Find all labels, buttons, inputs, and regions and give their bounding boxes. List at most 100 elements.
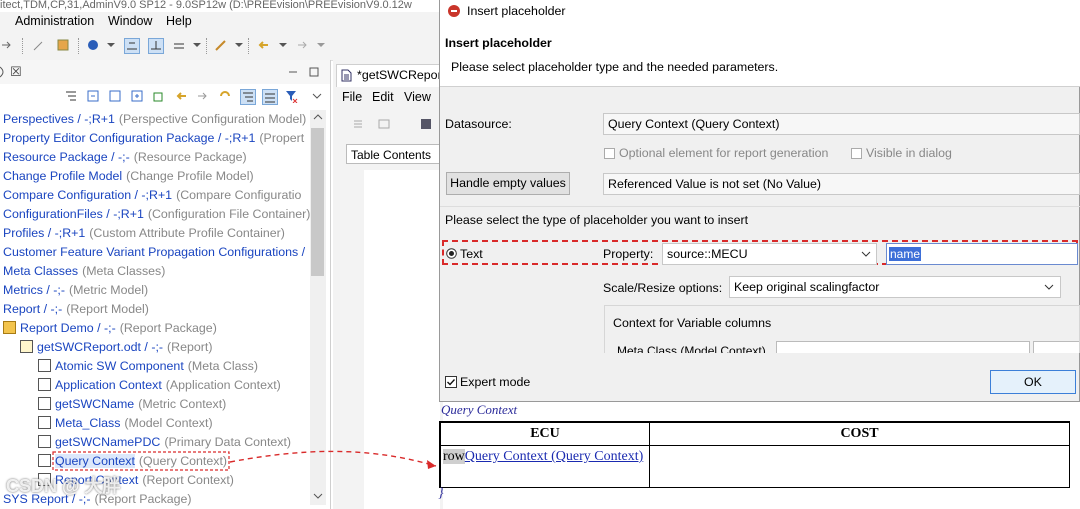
- hierarchy-icon[interactable]: [64, 89, 78, 103]
- meta-class-select[interactable]: [776, 341, 1030, 353]
- tree-item-label: Resource Package / -;-: [3, 150, 130, 164]
- wand-icon[interactable]: [214, 38, 228, 52]
- view-menu-icon[interactable]: [310, 89, 324, 103]
- editor-menu-file[interactable]: File: [342, 90, 362, 104]
- calculator-icon[interactable]: [56, 38, 70, 52]
- layout-icon[interactable]: [124, 38, 140, 54]
- align-icon[interactable]: [148, 38, 164, 54]
- tree-item-type: (Propert: [259, 131, 305, 145]
- tree-item-type: (Meta Classes): [82, 264, 166, 278]
- menu-help[interactable]: Help: [166, 14, 192, 28]
- explorer-tab-bar: ☒: [0, 60, 330, 85]
- tree-item-type: (Report Context): [142, 473, 234, 487]
- chevron-down-icon: [1044, 284, 1054, 290]
- tree-node-icon: [38, 454, 51, 467]
- row-marker: row: [443, 449, 465, 464]
- circle-icon[interactable]: [86, 38, 100, 52]
- back-icon[interactable]: [174, 89, 188, 103]
- tree-item[interactable]: Customer Feature Variant Propagation Con…: [3, 243, 309, 262]
- chevron-down-icon[interactable]: [190, 38, 204, 52]
- text-radio[interactable]: Text: [446, 247, 483, 261]
- meta-class-extra-field[interactable]: [1033, 341, 1079, 353]
- optional-checkbox-box[interactable]: [604, 148, 615, 159]
- scroll-up-icon[interactable]: [313, 112, 323, 122]
- query-context-link[interactable]: Query Context (Query Context): [465, 449, 643, 464]
- tree-item[interactable]: Property Editor Configuration Package / …: [3, 129, 304, 148]
- tree-item[interactable]: Application Context (Application Context): [38, 376, 281, 395]
- grid-view-icon[interactable]: [262, 89, 278, 105]
- tree-item[interactable]: Query Context (Query Context): [38, 452, 227, 471]
- pen-icon[interactable]: [32, 38, 46, 52]
- forward-arrow-icon[interactable]: [0, 38, 14, 52]
- tree-item[interactable]: Atomic SW Component (Meta Class): [38, 357, 258, 376]
- property-select[interactable]: source::MECU: [662, 243, 877, 265]
- visible-in-dialog-checkbox[interactable]: Visible in dialog: [851, 146, 952, 160]
- tree-item[interactable]: Metrics / -;- (Metric Model): [3, 281, 148, 300]
- back-arrow-icon[interactable]: [256, 38, 270, 52]
- tree-item[interactable]: ConfigurationFiles / -;R+1 (Configuration…: [3, 205, 310, 224]
- expert-mode-checkbox[interactable]: Expert mode: [445, 375, 530, 389]
- export-icon[interactable]: [152, 89, 166, 103]
- expand-icon[interactable]: [130, 89, 144, 103]
- tree-item[interactable]: Meta Classes (Meta Classes): [3, 262, 165, 281]
- editor-menu-view[interactable]: View: [404, 90, 431, 104]
- table-icon[interactable]: [378, 118, 390, 130]
- chevron-down-icon[interactable]: [232, 38, 246, 52]
- handle-empty-values-button[interactable]: Handle empty values: [446, 172, 570, 195]
- sync-icon[interactable]: [218, 89, 232, 103]
- visible-checkbox-box[interactable]: [851, 148, 862, 159]
- property-label: Property:: [603, 247, 654, 261]
- table-contents-button[interactable]: Table Contents: [346, 144, 440, 164]
- tree-view-icon[interactable]: [240, 89, 256, 105]
- tree-item[interactable]: Resource Package / -;- (Resource Package): [3, 148, 247, 167]
- tree-item[interactable]: Report Demo / -;- (Report Package): [3, 319, 217, 338]
- menu-window[interactable]: Window: [108, 14, 152, 28]
- toolbar-separator: [78, 38, 80, 54]
- table-cell-cost: [649, 445, 1070, 488]
- filter-icon[interactable]: [284, 89, 298, 103]
- forward-arrow-icon[interactable]: [296, 38, 310, 52]
- format-icon[interactable]: [352, 118, 364, 130]
- editor-menu-edit[interactable]: Edit: [372, 90, 394, 104]
- editor-toolbar: [348, 116, 440, 132]
- tree-item[interactable]: Meta_Class (Model Context): [38, 414, 213, 433]
- tree-item[interactable]: Profiles / -;R+1 (Custom Attribute Profil…: [3, 224, 285, 243]
- property-attribute-input[interactable]: name: [886, 243, 1078, 265]
- stack-icon[interactable]: [172, 38, 186, 52]
- collapse-icon[interactable]: [108, 89, 122, 103]
- chevron-down-icon[interactable]: [276, 38, 290, 52]
- maximize-icon[interactable]: [308, 66, 320, 78]
- tree-item[interactable]: Compare Configuration / -;R+1 (Compare Co…: [3, 186, 301, 205]
- save-icon[interactable]: [420, 118, 432, 130]
- divider: [440, 206, 1080, 207]
- menu-administration[interactable]: Administration: [15, 14, 94, 28]
- tree-item[interactable]: Perspectives / -;R+1 (Perspective Configu…: [3, 110, 306, 129]
- editor-tab[interactable]: *getSWCRepor: [336, 64, 442, 87]
- optional-element-checkbox[interactable]: Optional element for report generation: [604, 146, 828, 160]
- meta-class-label: Meta Class (Model Context): [617, 344, 766, 353]
- scroll-down-icon[interactable]: [313, 491, 323, 501]
- chevron-down-icon[interactable]: [314, 38, 328, 52]
- chevron-down-icon[interactable]: [104, 38, 118, 52]
- menu-bar: Administration Window Help: [0, 12, 440, 32]
- forward-icon[interactable]: [196, 89, 210, 103]
- scale-resize-select[interactable]: Keep original scalingfactor: [729, 276, 1061, 298]
- tree-item[interactable]: getSWCNamePDC (Primary Data Context): [38, 433, 291, 452]
- context-variable-group: Context for Variable columns Meta Class …: [604, 305, 1080, 353]
- ok-button[interactable]: OK: [990, 370, 1076, 394]
- tree-item-type: (Custom Attribute Profile Container): [89, 226, 285, 240]
- explorer-toolbar: [0, 84, 330, 110]
- tree-item-type: (Resource Package): [133, 150, 247, 164]
- tab-close-button[interactable]: ☒: [10, 64, 22, 80]
- tree-item-type: (Perspective Configuration Model): [118, 112, 307, 126]
- tree-item[interactable]: getSWCName (Metric Context): [38, 395, 226, 414]
- tree-item-type: (Compare Configuratio: [176, 188, 302, 202]
- minimize-icon[interactable]: [287, 66, 299, 78]
- tree-item[interactable]: Report / -;- (Report Model): [3, 300, 149, 319]
- tree-scrollbar-thumb[interactable]: [311, 128, 324, 276]
- tree-item-type: (Application Context): [165, 378, 281, 392]
- tree-item[interactable]: getSWCReport.odt / -;- (Report): [20, 338, 212, 357]
- tree-item[interactable]: Change Profile Model (Change Profile Mode…: [3, 167, 254, 186]
- folder-icon: [3, 321, 16, 334]
- collapse-all-icon[interactable]: [86, 89, 100, 103]
